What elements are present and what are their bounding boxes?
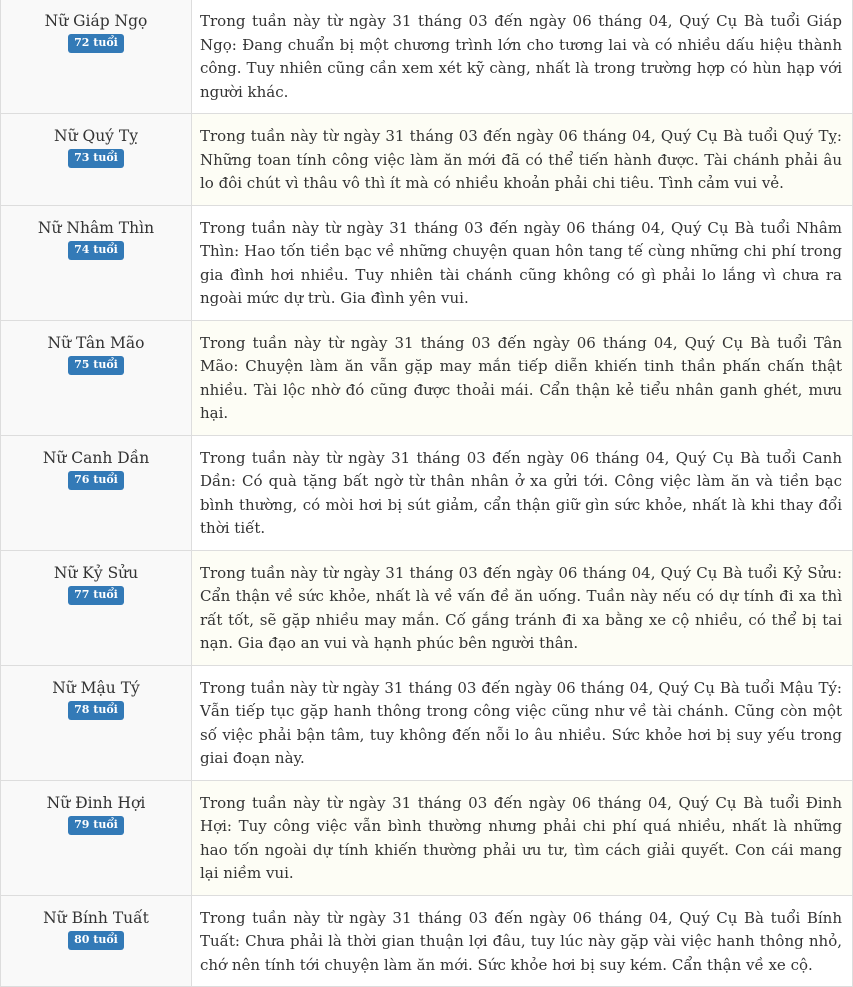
row-name: Nữ Giáp Ngọ xyxy=(44,12,148,30)
description-cell: Trong tuần này từ ngày 31 tháng 03 đến n… xyxy=(191,204,853,321)
age-badge: 77 tuổi xyxy=(68,585,124,605)
name-cell: Nữ Tân Mão 75 tuổi xyxy=(0,319,192,436)
description-cell: Trong tuần này từ ngày 31 tháng 03 đến n… xyxy=(191,779,853,896)
name-cell: Nữ Quý Tỵ 73 tuổi xyxy=(0,113,192,206)
row-name: Nữ Bính Tuất xyxy=(43,908,149,927)
horoscope-table: Nữ Giáp Ngọ 72 tuổi Trong tuần này từ ng… xyxy=(0,0,853,987)
row-name: Nữ Mậu Tý xyxy=(52,678,140,697)
name-cell: Nữ Canh Dần 76 tuổi xyxy=(0,434,192,551)
name-cell: Nữ Giáp Ngọ 72 tuổi xyxy=(0,0,192,114)
description-cell: Trong tuần này từ ngày 31 tháng 03 đến n… xyxy=(191,434,853,551)
name-cell: Nữ Kỷ Sửu 77 tuổi xyxy=(0,549,192,666)
row-name: Nữ Đinh Hợi xyxy=(46,793,146,812)
description-cell: Trong tuần này từ ngày 31 tháng 03 đến n… xyxy=(191,549,853,666)
age-badge: 78 tuổi xyxy=(68,700,124,720)
age-badge: 72 tuổi xyxy=(68,34,124,53)
table-row: Nữ Mậu Tý 78 tuổi Trong tuần này từ ngày… xyxy=(0,664,853,781)
table-row: Nữ Kỷ Sửu 77 tuổi Trong tuần này từ ngày… xyxy=(0,549,853,666)
name-cell: Nữ Đinh Hợi 79 tuổi xyxy=(0,779,192,896)
table-row: Nữ Quý Tỵ 73 tuổi Trong tuần này từ ngày… xyxy=(0,113,853,206)
row-name: Nữ Nhâm Thìn xyxy=(37,218,155,237)
description-cell: Trong tuần này từ ngày 31 tháng 03 đến n… xyxy=(191,0,853,114)
description-cell: Trong tuần này từ ngày 31 tháng 03 đến n… xyxy=(191,319,853,436)
age-badge: 73 tuổi xyxy=(68,149,124,168)
age-badge: 80 tuổi xyxy=(68,930,124,950)
row-name: Nữ Canh Dần xyxy=(42,448,150,467)
description-cell: Trong tuần này từ ngày 31 tháng 03 đến n… xyxy=(191,113,853,206)
age-badge: 74 tuổi xyxy=(68,240,124,260)
table-row: Nữ Canh Dần 76 tuổi Trong tuần này từ ng… xyxy=(0,434,853,551)
description-cell: Trong tuần này từ ngày 31 tháng 03 đến n… xyxy=(191,894,853,987)
table-row: Nữ Giáp Ngọ 72 tuổi Trong tuần này từ ng… xyxy=(0,0,853,114)
name-cell: Nữ Nhâm Thìn 74 tuổi xyxy=(0,204,192,321)
row-name: Nữ Quý Tỵ xyxy=(54,127,138,145)
age-badge: 76 tuổi xyxy=(68,470,124,490)
name-cell: Nữ Bính Tuất 80 tuổi xyxy=(0,894,192,987)
row-name: Nữ Kỷ Sửu xyxy=(53,563,139,582)
table-row: Nữ Tân Mão 75 tuổi Trong tuần này từ ngà… xyxy=(0,319,853,436)
row-name: Nữ Tân Mão xyxy=(47,333,145,352)
name-cell: Nữ Mậu Tý 78 tuổi xyxy=(0,664,192,781)
age-badge: 75 tuổi xyxy=(68,355,124,375)
table-row: Nữ Đinh Hợi 79 tuổi Trong tuần này từ ng… xyxy=(0,779,853,896)
table-row: Nữ Nhâm Thìn 74 tuổi Trong tuần này từ n… xyxy=(0,204,853,321)
description-cell: Trong tuần này từ ngày 31 tháng 03 đến n… xyxy=(191,664,853,781)
age-badge: 79 tuổi xyxy=(68,815,124,835)
table-row: Nữ Bính Tuất 80 tuổi Trong tuần này từ n… xyxy=(0,894,853,987)
